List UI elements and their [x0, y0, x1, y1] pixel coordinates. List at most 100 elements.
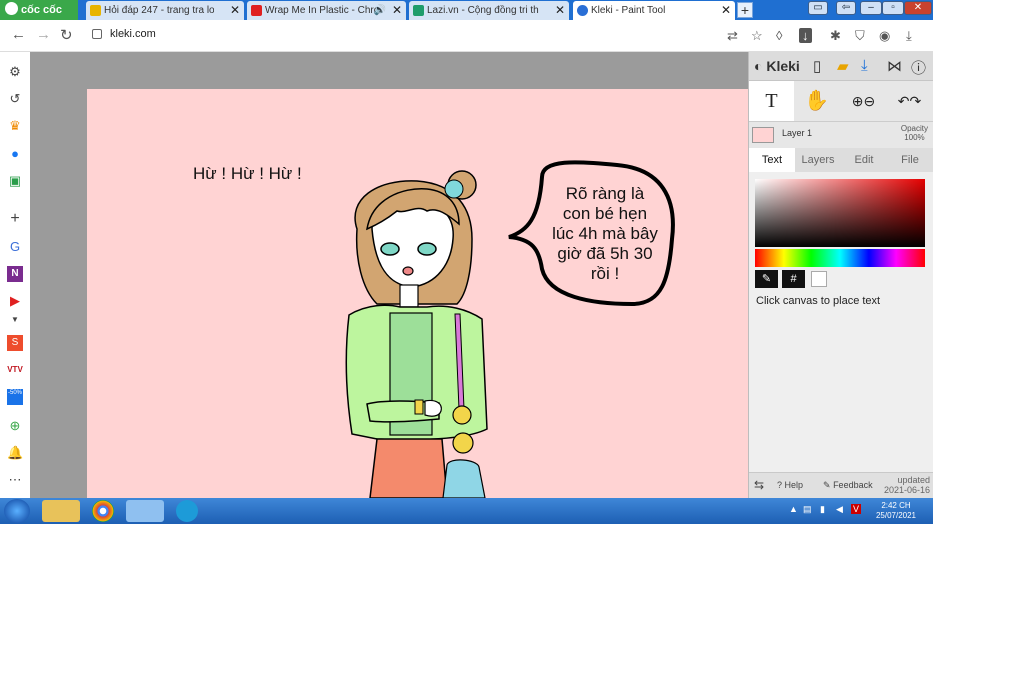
vtv-icon[interactable]: VTV	[7, 362, 23, 378]
layer-row[interactable]: Layer 1 Opacity 100%	[749, 122, 933, 146]
history-icon[interactable]: ↺	[7, 91, 23, 107]
bell-icon[interactable]: 🔔	[7, 445, 23, 461]
shopee-icon[interactable]: S	[7, 335, 23, 351]
youtube-icon[interactable]: ▶	[7, 293, 23, 309]
star-icon[interactable]: ☆	[751, 28, 763, 44]
chrome-icon[interactable]	[92, 500, 114, 522]
close-icon[interactable]: ✕	[721, 1, 731, 20]
secondary-color-swatch[interactable]	[811, 271, 827, 287]
onenote-icon[interactable]: N	[7, 266, 23, 282]
antivirus-icon[interactable]: V	[851, 504, 862, 514]
kleki-toolbar: ◐ Kleki ▯ ▰ ⤓ ⋈ ⓘ	[749, 52, 933, 81]
help-icon[interactable]: ⓘ	[911, 57, 926, 78]
add-icon[interactable]: +	[7, 211, 23, 227]
hint-text: Click canvas to place text	[756, 295, 881, 307]
undo-redo-icon[interactable]: ↶↷	[887, 81, 932, 121]
download-media-icon[interactable]: ↓	[799, 28, 812, 43]
downloads-icon[interactable]: ⤓	[906, 28, 912, 44]
new-image-icon[interactable]: ▯	[813, 57, 821, 75]
coccoc-menu-button[interactable]: cốc cốc	[0, 0, 78, 20]
swap-icon[interactable]: ⇆	[754, 478, 764, 492]
start-button[interactable]	[4, 499, 30, 523]
lock-icon	[92, 29, 102, 39]
hue-slider[interactable]	[755, 249, 925, 267]
back-window-icon[interactable]: ⇦	[836, 1, 856, 15]
speech-bubble-text: Rõ ràng là con bé hẹn lúc 4h mà bây giờ …	[530, 184, 680, 284]
tray-arrow-icon[interactable]: ▲	[789, 504, 798, 514]
kleki-logo[interactable]: ◐ Kleki	[754, 58, 800, 74]
translate-icon[interactable]: ⇄	[727, 28, 738, 44]
address-bar: ← → ↻ kleki.com ⇄ ☆ ◊ ↓ ✱ ⛉ ◉ ⤓	[0, 20, 933, 52]
game-plus-icon[interactable]: ⊕	[7, 418, 23, 434]
file-explorer-icon[interactable]	[42, 500, 80, 522]
gear-icon[interactable]: ⚙	[7, 64, 23, 80]
crown-icon[interactable]: ♛	[7, 118, 23, 134]
extensions-icon[interactable]: ✱	[830, 28, 841, 44]
cast-icon[interactable]: ▭	[808, 1, 828, 15]
download-icon[interactable]: ⤓	[861, 57, 868, 74]
sale-icon[interactable]: -50%	[7, 389, 23, 405]
more-icon[interactable]: ⋯	[7, 472, 23, 488]
feedback-link[interactable]: ✎ Feedback	[823, 480, 873, 491]
signal-icon[interactable]: ▮	[820, 504, 825, 515]
shield-check-icon[interactable]: ⛉	[855, 28, 865, 44]
reload-icon[interactable]: ↻	[60, 26, 73, 44]
tab-title: Hỏi đáp 247 - trang tra loi	[104, 5, 214, 16]
tab-text[interactable]: Text	[749, 148, 795, 172]
tab-layers[interactable]: Layers	[795, 148, 841, 172]
close-icon[interactable]: ✕	[555, 1, 565, 20]
clock-date: 25/07/2021	[875, 511, 917, 520]
feedback-label: Feedback	[833, 480, 873, 490]
import-icon[interactable]: ▰	[837, 57, 849, 75]
tab-kleki[interactable]: Kleki - Paint Tool ✕	[573, 1, 735, 20]
kleki-panel: ◐ Kleki ▯ ▰ ⤓ ⋈ ⓘ T ✋ ⊕⊖ ↶↷ Layer 1 Opac…	[748, 52, 933, 499]
skype-icon[interactable]	[176, 500, 198, 522]
hex-input-icon[interactable]: #	[782, 270, 805, 288]
back-arrow-icon[interactable]: ←	[11, 26, 26, 43]
volume-icon[interactable]: ◀	[836, 504, 843, 515]
help-link[interactable]: ? Help	[777, 480, 803, 490]
chevron-down-icon[interactable]: ▼	[7, 312, 23, 328]
eyedropper-icon[interactable]: ✎	[755, 270, 778, 288]
tab-file[interactable]: File	[887, 148, 933, 172]
bag-clasp	[452, 432, 474, 454]
drawing-canvas[interactable]: Hừ ! Hừ ! Hừ ! Rõ ràng là con bé hẹn lúc…	[87, 89, 748, 498]
coccoc-taskbar-icon[interactable]	[126, 500, 164, 522]
tab-title: Wrap Me In Plastic - Chro	[265, 5, 376, 16]
hoidap-favicon-icon	[90, 5, 101, 16]
tab-edit[interactable]: Edit	[841, 148, 887, 172]
close-window-button[interactable]: ✕	[904, 1, 932, 15]
account-icon[interactable]: ◉	[879, 28, 890, 44]
speech-line: giờ đã 5h 30	[557, 244, 653, 263]
maximize-button[interactable]: ▫	[882, 1, 904, 15]
updated-info: updated 2021-06-16	[884, 475, 930, 495]
shield-icon[interactable]: ◊	[776, 28, 782, 43]
new-tab-button[interactable]: +	[737, 2, 753, 18]
messenger-icon[interactable]: ●	[7, 146, 23, 162]
zoom-icon[interactable]: ⊕⊖	[841, 81, 886, 121]
close-icon[interactable]: ✕	[230, 1, 240, 20]
kleki-logo-label: Kleki	[766, 58, 800, 74]
speaker-icon[interactable]: 🔊	[374, 1, 386, 20]
tab-hoidap[interactable]: Hỏi đáp 247 - trang tra loi ✕	[86, 1, 244, 20]
canvas-text-hu: Hừ ! Hừ ! Hừ !	[193, 164, 302, 183]
screen: cốc cốc Hỏi đáp 247 - trang tra loi ✕ Wr…	[0, 0, 933, 524]
share-icon[interactable]: ⋈	[887, 57, 902, 75]
translate-icon[interactable]: G	[7, 239, 23, 255]
color-picker-field[interactable]	[755, 179, 925, 247]
game-icon[interactable]: ▣	[7, 173, 23, 189]
tab-lazi[interactable]: Lazi.vn - Cộng đồng tri thức ✕	[409, 1, 569, 20]
speech-line: rồi !	[590, 264, 620, 283]
tray-usb-icon[interactable]: ▤	[803, 504, 812, 515]
forward-arrow-icon[interactable]: →	[36, 26, 51, 43]
text-tool-icon[interactable]: T	[749, 81, 794, 121]
left-eye	[380, 242, 400, 256]
opacity-readout: Opacity 100%	[901, 124, 928, 142]
minimize-button[interactable]: –	[860, 1, 882, 15]
youtube-favicon-icon	[251, 5, 262, 16]
url-field[interactable]: kleki.com	[110, 28, 156, 40]
close-icon[interactable]: ✕	[392, 1, 402, 20]
clock[interactable]: 2:42 CH 25/07/2021	[866, 501, 926, 521]
tab-youtube[interactable]: Wrap Me In Plastic - Chro 🔊 ✕	[247, 1, 406, 20]
hand-tool-icon[interactable]: ✋	[794, 81, 839, 121]
